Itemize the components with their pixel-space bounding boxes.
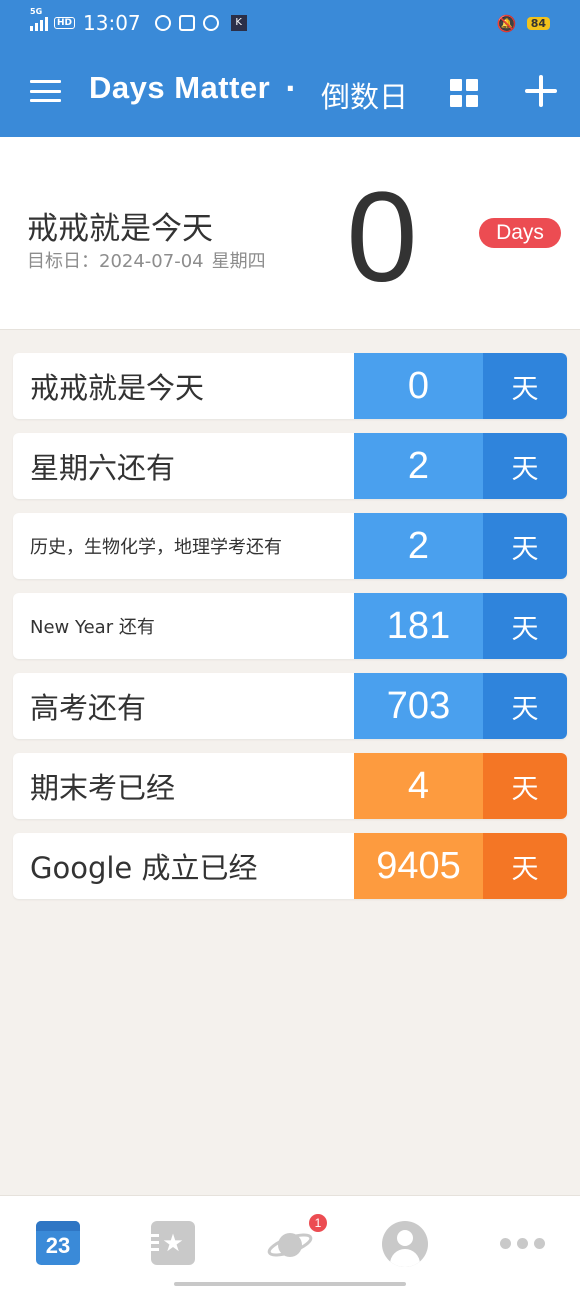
event-row[interactable]: 期末考已经 4 天 <box>13 753 567 819</box>
event-name: 历史，生物化学，地理学考还有 <box>30 537 282 558</box>
target-date: 目标日：2024-07-04 <box>27 251 204 272</box>
event-name: New Year 还有 <box>30 617 155 638</box>
hd-icon: HD <box>54 17 76 29</box>
event-day-unit: 天 <box>483 513 567 579</box>
event-name: 期末考已经 <box>30 771 176 805</box>
status-time: 13:07 <box>83 11 141 35</box>
battery-icon: 84 <box>526 16 550 30</box>
event-row[interactable]: Google 成立已经 9405 天 <box>13 833 567 899</box>
bell-muted-icon: 🔕 <box>496 13 517 33</box>
event-day-unit: 天 <box>483 833 567 899</box>
menu-icon[interactable] <box>30 80 61 102</box>
avatar-icon[interactable] <box>382 1221 428 1267</box>
app-notification-icon <box>178 15 195 31</box>
event-name: Google 成立已经 <box>30 851 258 885</box>
event-day-count: 9405 <box>354 833 483 899</box>
add-icon[interactable] <box>525 75 557 107</box>
event-day-count: 0 <box>354 353 483 419</box>
event-day-unit: 天 <box>483 673 567 739</box>
event-day-unit: 天 <box>483 353 567 419</box>
weekday: 星期四 <box>211 251 266 272</box>
title-separator: · <box>285 72 296 105</box>
k-app-icon: K <box>230 15 247 31</box>
event-name: 星期六还有 <box>30 451 176 485</box>
calendar-day: 23 <box>45 1233 71 1258</box>
signal-icon: 5G <box>30 7 48 31</box>
event-row[interactable]: 历史，生物化学，地理学考还有 2 天 <box>13 513 567 579</box>
calendar-icon[interactable]: 23 <box>36 1221 80 1265</box>
planet-icon[interactable] <box>266 1221 314 1267</box>
top-bar: 5G HD 13:07 K 🔕 84 Days Matter · 倒数日 <box>0 0 580 137</box>
featured-event-date: 目标日：2024-07-04 星期四 <box>27 247 266 273</box>
event-row[interactable]: 戒戒就是今天 0 天 <box>13 353 567 419</box>
event-day-count: 4 <box>354 753 483 819</box>
featured-event-card[interactable]: 戒戒就是今天 目标日：2024-07-04 星期四 0 Days <box>0 137 580 330</box>
featured-event-count: 0 <box>346 166 418 309</box>
event-day-unit: 天 <box>483 593 567 659</box>
bottom-nav: 23 ★ <box>0 1195 580 1289</box>
event-list: 戒戒就是今天 0 天星期六还有 2 天历史，生物化学，地理学考还有 2 天 New Year … <box>13 353 567 913</box>
app-bar: Days Matter · 倒数日 <box>0 46 580 137</box>
days-badge: Days <box>479 218 561 248</box>
location-icon <box>202 15 219 31</box>
status-bar: 5G HD 13:07 K 🔕 84 <box>0 0 580 46</box>
event-row[interactable]: 高考还有 703 天 <box>13 673 567 739</box>
app-title: Days Matter <box>89 70 271 105</box>
event-day-count: 703 <box>354 673 483 739</box>
sync-icon <box>154 15 171 31</box>
event-day-count: 2 <box>354 513 483 579</box>
home-indicator[interactable] <box>174 1282 406 1286</box>
notification-badge: 1 <box>309 1214 327 1232</box>
event-row[interactable]: 星期六还有 2 天 <box>13 433 567 499</box>
grid-view-icon[interactable] <box>450 79 478 107</box>
featured-event-title: 戒戒就是今天 <box>27 211 213 247</box>
event-name: 戒戒就是今天 <box>30 371 205 405</box>
event-name: 高考还有 <box>30 691 147 725</box>
event-day-unit: 天 <box>483 433 567 499</box>
event-day-unit: 天 <box>483 753 567 819</box>
event-day-count: 181 <box>354 593 483 659</box>
event-day-count: 2 <box>354 433 483 499</box>
star-icon[interactable]: ★ <box>151 1221 195 1265</box>
network-label: 5G <box>30 7 43 16</box>
more-icon[interactable] <box>500 1238 546 1250</box>
event-row[interactable]: New Year 还有 181 天 <box>13 593 567 659</box>
app-subtitle: 倒数日 <box>321 80 409 114</box>
